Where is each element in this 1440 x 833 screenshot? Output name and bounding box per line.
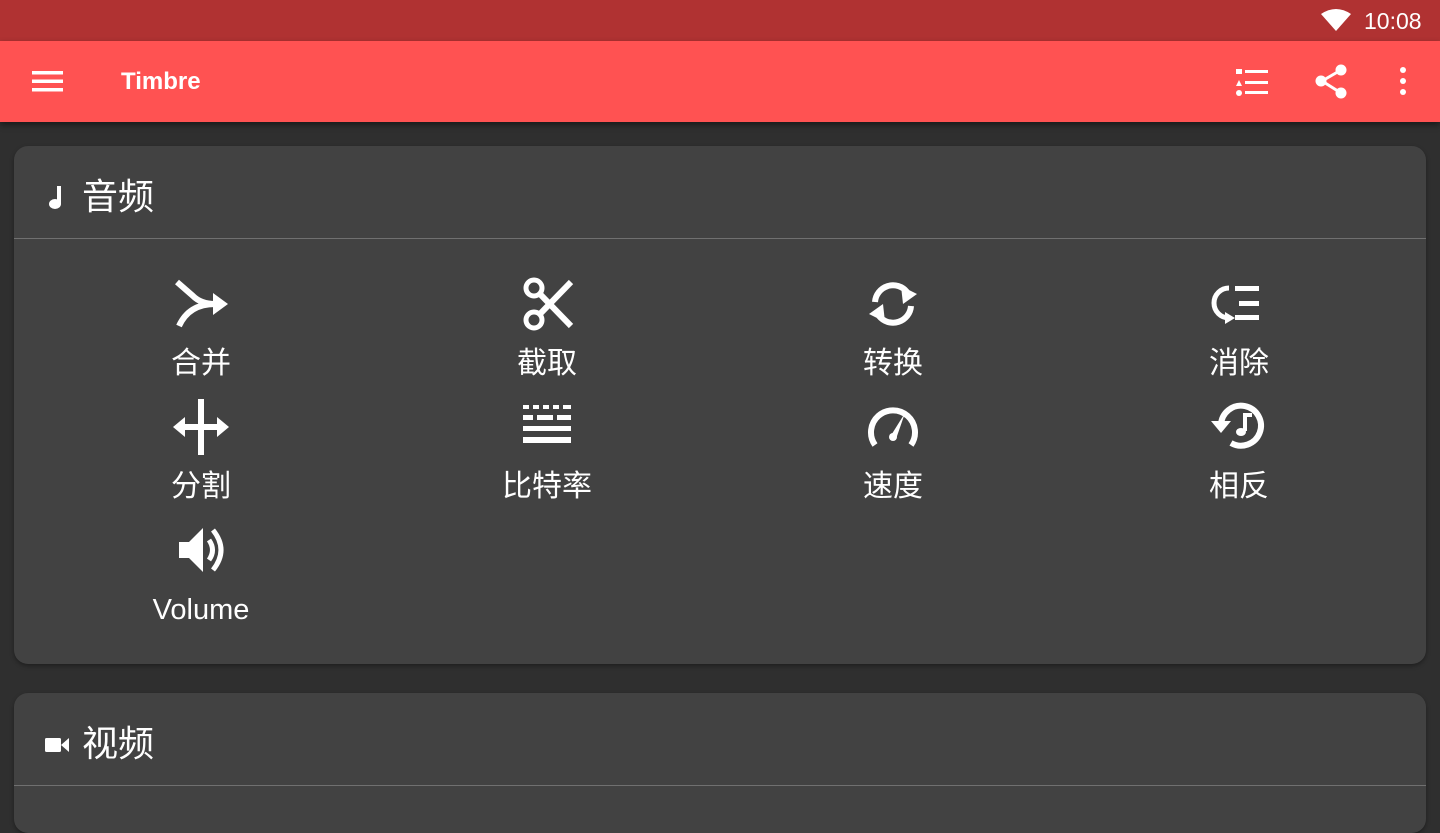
tool-label: 分割 [171, 469, 231, 504]
wifi-icon [1321, 9, 1351, 31]
audio-card: 音频 合并 截取 转换 消除 分割 比特率 速度 相反 Volume [14, 146, 1426, 664]
bitrate-icon [523, 405, 571, 443]
tool-split[interactable]: 分割 [81, 397, 321, 515]
video-section-title: 视频 [82, 724, 155, 765]
reverse-icon [1211, 402, 1264, 449]
app-bar: Timbre [0, 41, 1440, 122]
remove-icon [1211, 285, 1259, 324]
tool-merge[interactable]: 合并 [81, 274, 321, 392]
list-icon[interactable] [1230, 61, 1274, 105]
music-note-icon [49, 186, 61, 209]
tool-volume[interactable]: Volume [81, 520, 321, 638]
volume-icon [179, 528, 224, 572]
video-card: 视频 [14, 693, 1426, 833]
tool-label: 合并 [171, 346, 231, 381]
merge-icon [175, 279, 228, 328]
tool-label: 转换 [863, 346, 923, 381]
split-icon [173, 399, 229, 455]
tool-label: 消除 [1209, 346, 1269, 381]
menu-icon[interactable] [24, 61, 72, 101]
tool-remove[interactable]: 消除 [1119, 274, 1359, 392]
share-icon[interactable] [1310, 61, 1354, 105]
audio-section-title: 音频 [82, 177, 155, 218]
scissors-icon [523, 277, 574, 331]
audio-card-header: 音频 [14, 146, 1426, 239]
status-time: 10:08 [1364, 8, 1422, 34]
tool-trim[interactable]: 截取 [427, 274, 667, 392]
speedometer-icon [868, 407, 918, 447]
tool-label: 比特率 [502, 469, 592, 504]
tool-speed[interactable]: 速度 [773, 397, 1013, 515]
tool-label: 速度 [863, 469, 923, 504]
tool-reverse[interactable]: 相反 [1119, 397, 1359, 515]
tool-label: 相反 [1209, 469, 1269, 504]
status-bar: 10:08 [0, 0, 1440, 41]
more-vert-icon[interactable] [1382, 61, 1426, 105]
videocam-icon [45, 738, 69, 752]
tool-label: 截取 [517, 346, 577, 381]
tool-label: Volume [152, 594, 250, 626]
tool-convert[interactable]: 转换 [773, 274, 1013, 392]
convert-icon [869, 282, 917, 326]
app-title: Timbre [121, 68, 201, 95]
video-card-header: 视频 [14, 693, 1426, 786]
tool-bitrate[interactable]: 比特率 [427, 397, 667, 515]
